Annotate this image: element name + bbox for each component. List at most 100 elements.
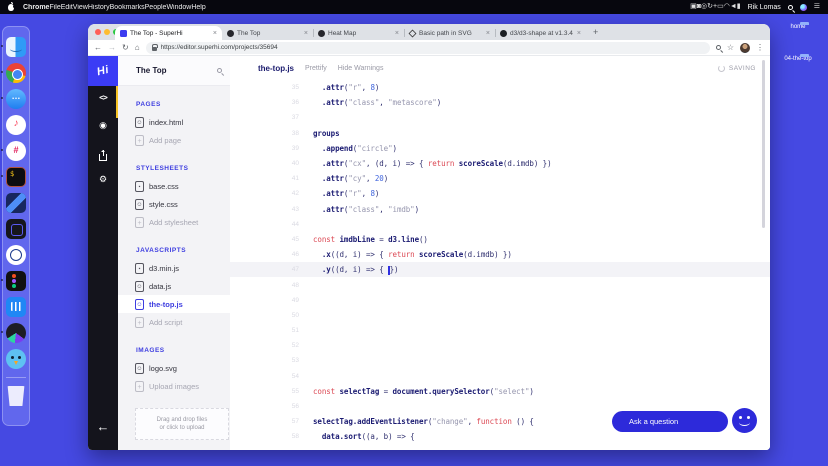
- dock-item-trash[interactable]: [6, 386, 26, 406]
- sidebar-item-data-js[interactable]: data.js: [118, 277, 230, 295]
- code-line-45[interactable]: 45 const imdbLine = d3.line(): [230, 232, 770, 247]
- hide-warnings-button[interactable]: Hide Warnings: [338, 65, 384, 72]
- sidebar-item-upload-images[interactable]: Upload images: [118, 377, 230, 395]
- share-icon[interactable]: [88, 148, 118, 166]
- dock-item-slack[interactable]: [1, 141, 26, 161]
- dock-item-messages[interactable]: [1, 89, 26, 109]
- menu-item-edit[interactable]: Edit: [61, 4, 73, 11]
- dock-item-darkapp[interactable]: [6, 219, 26, 239]
- zoom-icon[interactable]: [715, 45, 721, 50]
- url-bar[interactable]: https://editor.superhi.com/projects/3569…: [145, 41, 710, 54]
- menu-item-bookmarks[interactable]: Bookmarks: [110, 4, 145, 11]
- settings-gear-icon[interactable]: ⚙: [88, 174, 118, 185]
- reload-icon[interactable]: ↻: [122, 40, 129, 56]
- ask-question-button[interactable]: Ask a question: [612, 411, 728, 432]
- dock-item-finder[interactable]: [1, 37, 26, 57]
- browser-tab[interactable]: d3/d3-shape at v1.3.4 ×: [495, 26, 586, 40]
- status-screen-icon[interactable]: ▣: [690, 3, 697, 10]
- sidebar-item-d3-min-js[interactable]: d3.min.js: [118, 259, 230, 277]
- code-line-40[interactable]: 40 .attr("cx", (d, i) => { return scoreS…: [230, 156, 770, 171]
- profile-avatar[interactable]: [740, 42, 750, 53]
- menu-item-history[interactable]: History: [88, 4, 110, 11]
- dock-item-music[interactable]: [6, 115, 26, 135]
- dock-item-terminal[interactable]: [1, 167, 26, 187]
- browser-menu-icon[interactable]: ⋮: [756, 43, 764, 52]
- dock-item-figma[interactable]: [1, 271, 26, 291]
- help-smiley-button[interactable]: [732, 408, 757, 433]
- sidebar-item-add-stylesheet[interactable]: Add stylesheet: [118, 213, 230, 231]
- spotlight-icon[interactable]: [787, 4, 793, 10]
- tab-close-icon[interactable]: ×: [213, 30, 217, 37]
- code-line-41[interactable]: 41 .attr("cy", 20): [230, 171, 770, 186]
- code-line-35[interactable]: 35 .attr("r", 8): [230, 80, 770, 95]
- back-arrow-icon[interactable]: ←: [88, 419, 118, 434]
- dock-item-vscode[interactable]: [6, 193, 26, 213]
- code-line-39[interactable]: 39 .append("circle"): [230, 141, 770, 156]
- code-line-49[interactable]: 49: [230, 293, 770, 308]
- superhi-logo[interactable]: Hi: [88, 56, 118, 86]
- preview-eye-icon[interactable]: ◉: [88, 120, 118, 131]
- dock-item-chrome[interactable]: [1, 63, 26, 83]
- code-line-44[interactable]: 44: [230, 217, 770, 232]
- menu-username[interactable]: Rik Lomas: [748, 4, 781, 11]
- dock-item-intercom[interactable]: [6, 297, 26, 317]
- forward-icon[interactable]: →: [108, 40, 116, 56]
- new-tab-icon[interactable]: +: [593, 27, 598, 37]
- dock-item-disc[interactable]: [1, 323, 26, 343]
- code-line-46[interactable]: 46 .x((d, i) => { return scoreScale(d.im…: [230, 247, 770, 262]
- desktop-icon-04-the-top[interactable]: 04-the-top: [774, 56, 822, 62]
- home-icon[interactable]: ⌂: [135, 40, 140, 56]
- tab-close-icon[interactable]: ×: [304, 30, 308, 37]
- code-line-47[interactable]: 47 .y((d, i) => { }): [230, 262, 770, 278]
- bookmark-star-icon[interactable]: ☆: [727, 43, 734, 52]
- sidebar-item-add-script[interactable]: Add script: [118, 313, 230, 331]
- notification-center-icon[interactable]: ☰: [814, 0, 820, 14]
- status-volume-icon[interactable]: ◄: [730, 3, 737, 10]
- siri-icon[interactable]: [799, 3, 807, 11]
- tab-close-icon[interactable]: ×: [577, 30, 581, 37]
- browser-tab[interactable]: Basic path in SVG ×: [404, 26, 495, 40]
- code-line-37[interactable]: 37: [230, 110, 770, 125]
- code-editor[interactable]: 35 .attr("r", 8) 36 .attr("class", "metas…: [230, 80, 770, 445]
- sidebar-item-style-css[interactable]: style.css: [118, 195, 230, 213]
- close-window-button[interactable]: [95, 29, 101, 35]
- sidebar-item-index-html[interactable]: index.html: [118, 113, 230, 131]
- code-line-42[interactable]: 42 .attr("r", 8): [230, 186, 770, 201]
- code-line-53[interactable]: 53: [230, 353, 770, 368]
- menu-item-file[interactable]: File: [49, 4, 60, 11]
- browser-tab[interactable]: The Top - SuperHi ×: [115, 26, 222, 40]
- code-line-54[interactable]: 54: [230, 369, 770, 384]
- code-line-48[interactable]: 48: [230, 277, 770, 292]
- minimize-window-button[interactable]: [104, 29, 110, 35]
- menu-item-view[interactable]: View: [73, 4, 88, 11]
- dock-item-airmail[interactable]: [6, 245, 26, 265]
- url-text[interactable]: https://editor.superhi.com/projects/3569…: [161, 44, 278, 51]
- sidebar-item-logo-svg[interactable]: logo.svg: [118, 359, 230, 377]
- menu-item-window[interactable]: Window: [166, 4, 191, 11]
- dock-item-bird[interactable]: [6, 349, 26, 369]
- code-line-50[interactable]: 50: [230, 308, 770, 323]
- code-line-43[interactable]: 43 .attr("class", "imdb"): [230, 202, 770, 217]
- status-battery-icon[interactable]: ▮: [737, 3, 741, 10]
- sidebar-item-base-css[interactable]: base.css: [118, 177, 230, 195]
- status-wifi-icon[interactable]: ◠: [724, 3, 730, 10]
- tab-close-icon[interactable]: ×: [395, 30, 399, 37]
- browser-tab[interactable]: Heat Map ×: [313, 26, 404, 40]
- browser-tab[interactable]: The Top ×: [222, 26, 313, 40]
- upload-dropzone[interactable]: Drag and drop files or click to upload: [135, 408, 229, 440]
- prettify-button[interactable]: Prettify: [305, 65, 327, 72]
- status-display-icon[interactable]: ▭: [717, 3, 724, 10]
- search-icon[interactable]: [217, 68, 222, 73]
- sidebar-item-the-top-js[interactable]: the-top.js: [118, 295, 230, 313]
- menu-item-help[interactable]: Help: [191, 4, 205, 11]
- menu-item-people[interactable]: People: [145, 4, 167, 11]
- code-line-55[interactable]: 55 const selectTag = document.querySelect…: [230, 384, 770, 399]
- apple-menu-icon[interactable]: [8, 1, 16, 11]
- code-line-38[interactable]: 38 groups: [230, 126, 770, 141]
- code-line-51[interactable]: 51: [230, 323, 770, 338]
- code-panel-icon[interactable]: <>: [88, 93, 118, 102]
- menu-item-chrome[interactable]: Chrome: [23, 4, 49, 11]
- sidebar-item-add-page[interactable]: Add page: [118, 131, 230, 149]
- code-line-52[interactable]: 52: [230, 338, 770, 353]
- desktop-icon-home[interactable]: home: [774, 24, 822, 30]
